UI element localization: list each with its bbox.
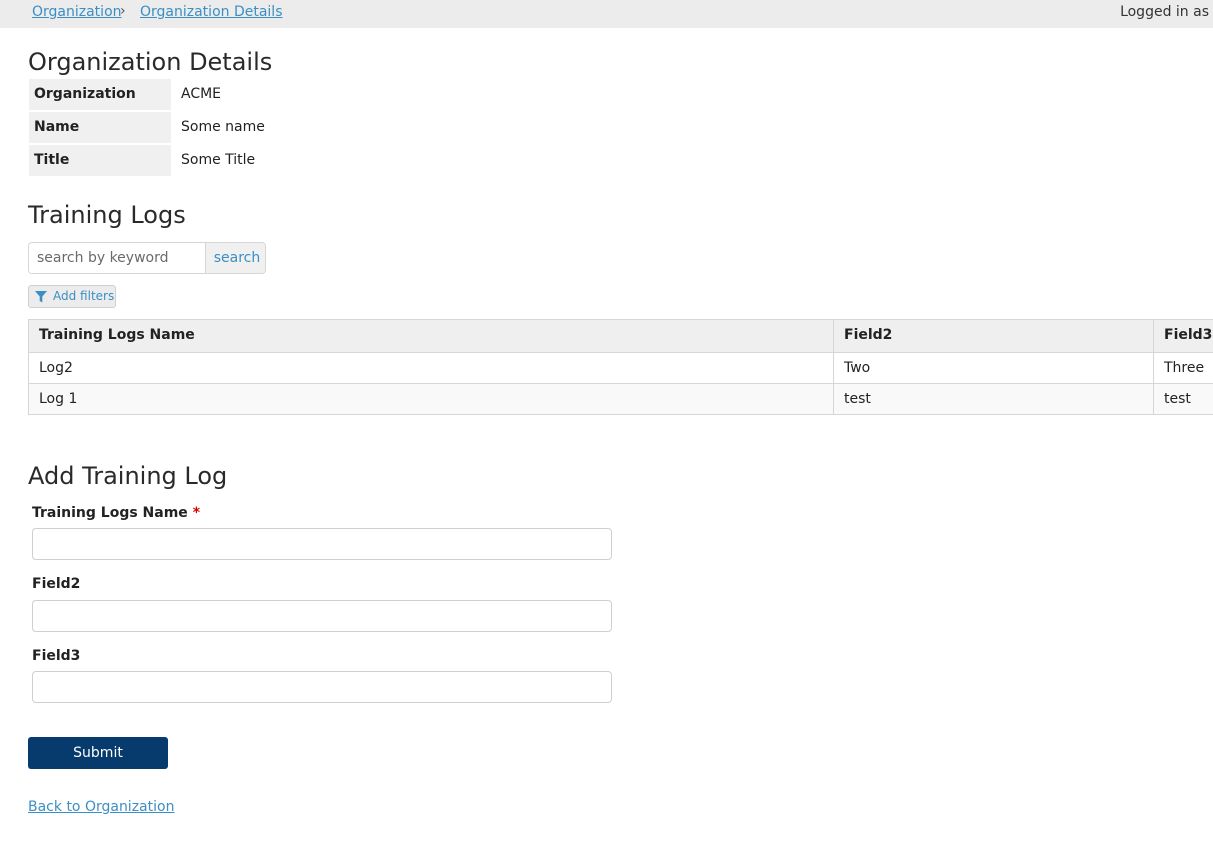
field3-label: Field3 (32, 648, 81, 664)
top-bar: Organization › Organization Details Logg… (0, 0, 1213, 28)
submit-button[interactable]: Submit (28, 737, 168, 769)
search-button[interactable]: search (205, 243, 265, 273)
detail-value: Some name (181, 119, 265, 135)
table-row[interactable]: Log2 Two Three (29, 353, 1213, 384)
table-cell: Three (1164, 360, 1205, 376)
training-logs-table: Training Logs Name Field2 Field3 Log2 Tw… (28, 319, 1213, 415)
column-divider (833, 320, 834, 414)
field3-input[interactable] (32, 671, 612, 703)
search-input[interactable] (29, 243, 205, 273)
field2-label: Field2 (32, 576, 81, 592)
organization-details-heading: Organization Details (28, 48, 273, 76)
training-logs-heading: Training Logs (28, 201, 186, 229)
field2-input[interactable] (32, 600, 612, 632)
detail-value: Some Title (181, 152, 256, 168)
breadcrumb-organization-details-link[interactable]: Organization Details (140, 4, 283, 20)
training-logs-name-input[interactable] (32, 528, 612, 560)
column-divider (1153, 320, 1154, 414)
table-header-row: Training Logs Name Field2 Field3 (29, 320, 1213, 353)
table-row[interactable]: Log 1 test test (29, 384, 1213, 414)
detail-label: Title (29, 145, 171, 176)
table-cell: Two (844, 360, 871, 376)
column-header-training-logs-name[interactable]: Training Logs Name (39, 320, 195, 352)
table-cell: Log2 (39, 360, 73, 376)
breadcrumb-organization-link[interactable]: Organization (32, 4, 122, 20)
table-cell: test (844, 391, 871, 407)
detail-label: Organization Name (29, 79, 171, 133)
back-to-organization-link[interactable]: Back to Organization (28, 799, 174, 815)
training-logs-name-label: Training Logs Name * (32, 505, 200, 521)
add-filters-button[interactable]: Add filters (28, 285, 116, 308)
required-marker: * (192, 505, 201, 521)
filter-funnel-icon (35, 291, 47, 303)
column-header-field2[interactable]: Field2 (844, 320, 892, 352)
field-label-text: Training Logs Name (32, 505, 188, 521)
add-filters-label: Add filters (53, 289, 115, 303)
table-cell: Log 1 (39, 391, 78, 407)
logged-in-status: Logged in as (1120, 4, 1209, 20)
detail-label: Name (29, 112, 171, 143)
table-cell: test (1164, 391, 1191, 407)
add-training-log-heading: Add Training Log (28, 462, 228, 490)
column-header-field3[interactable]: Field3 (1164, 320, 1212, 352)
search-box: search (28, 242, 266, 274)
detail-value: ACME (181, 86, 222, 102)
breadcrumb-separator: › (120, 3, 126, 19)
